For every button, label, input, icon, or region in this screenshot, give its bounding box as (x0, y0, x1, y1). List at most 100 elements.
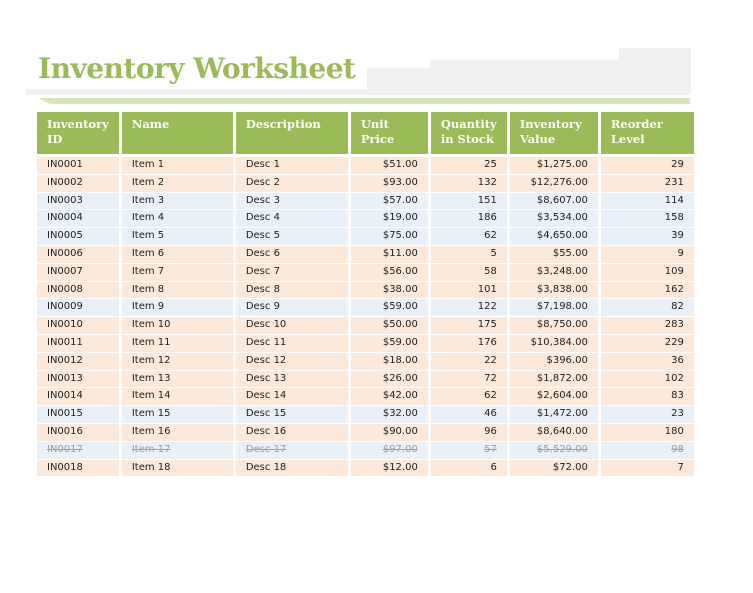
cell-inventory-value[interactable]: $1,472.00 (509, 406, 598, 423)
cell-description[interactable]: Desc 8 (235, 281, 348, 299)
cell-name[interactable]: Item 2 (121, 174, 233, 192)
cell-unit-price[interactable]: $42.00 (350, 388, 428, 406)
cell-reorder-level[interactable]: 283 (600, 317, 694, 334)
cell-name[interactable]: Item 13 (121, 370, 233, 388)
header-unit-price[interactable]: Unit Price (350, 112, 428, 156)
cell-inventory-value[interactable]: $3,534.00 (509, 210, 598, 228)
cell-reorder-level[interactable]: 98 (600, 441, 694, 459)
cell-reorder-level[interactable]: 180 (600, 423, 694, 441)
cell-reorder-level[interactable]: 82 (600, 299, 694, 317)
cell-unit-price[interactable]: $59.00 (350, 299, 428, 317)
cell-quantity[interactable]: 101 (430, 281, 507, 299)
table-row[interactable]: IN0015 Item 15 Desc 15 $32.00 46 $1,472.00 23 (37, 406, 694, 423)
cell-inventory-id[interactable]: IN0006 (37, 245, 119, 263)
cell-inventory-id[interactable]: IN0016 (37, 423, 119, 441)
cell-description[interactable]: Desc 3 (235, 192, 348, 210)
table-row[interactable]: IN0008 Item 8 Desc 8 $38.00 101 $3,838.00 162 (37, 281, 694, 299)
cell-unit-price[interactable]: $97.00 (350, 441, 428, 459)
cell-unit-price[interactable]: $50.00 (350, 317, 428, 334)
header-reorder-level[interactable]: Reorder Level (600, 112, 694, 156)
cell-reorder-level[interactable]: 7 (600, 459, 694, 477)
cell-quantity[interactable]: 96 (430, 423, 507, 441)
cell-quantity[interactable]: 132 (430, 174, 507, 192)
table-row[interactable]: IN0018 Item 18 Desc 18 $12.00 6 $72.00 7 (37, 459, 694, 477)
cell-quantity[interactable]: 57 (430, 441, 507, 459)
table-row[interactable]: IN0013 Item 13 Desc 13 $26.00 72 $1,872.00 102 (37, 370, 694, 388)
cell-unit-price[interactable]: $12.00 (350, 459, 428, 477)
cell-reorder-level[interactable]: 23 (600, 406, 694, 423)
cell-inventory-value[interactable]: $55.00 (509, 245, 598, 263)
cell-name[interactable]: Item 7 (121, 263, 233, 281)
cell-description[interactable]: Desc 6 (235, 245, 348, 263)
cell-description[interactable]: Desc 16 (235, 423, 348, 441)
cell-name[interactable]: Item 16 (121, 423, 233, 441)
table-row[interactable]: IN0014 Item 14 Desc 14 $42.00 62 $2,604.00 83 (37, 388, 694, 406)
cell-unit-price[interactable]: $56.00 (350, 263, 428, 281)
cell-name[interactable]: Item 8 (121, 281, 233, 299)
cell-unit-price[interactable]: $26.00 (350, 370, 428, 388)
cell-reorder-level[interactable]: 29 (600, 157, 694, 174)
cell-inventory-value[interactable]: $1,872.00 (509, 370, 598, 388)
table-row[interactable]: IN0006 Item 6 Desc 6 $11.00 5 $55.00 9 (37, 245, 694, 263)
cell-unit-price[interactable]: $51.00 (350, 157, 428, 174)
cell-quantity[interactable]: 5 (430, 245, 507, 263)
cell-inventory-id[interactable]: IN0003 (37, 192, 119, 210)
header-description[interactable]: Description (235, 112, 348, 156)
cell-reorder-level[interactable]: 114 (600, 192, 694, 210)
cell-description[interactable]: Desc 1 (235, 157, 348, 174)
cell-name[interactable]: Item 11 (121, 334, 233, 352)
cell-inventory-id[interactable]: IN0018 (37, 459, 119, 477)
table-row[interactable]: IN0005 Item 5 Desc 5 $75.00 62 $4,650.00 39 (37, 228, 694, 245)
cell-inventory-id[interactable]: IN0014 (37, 388, 119, 406)
cell-name[interactable]: Item 10 (121, 317, 233, 334)
cell-quantity[interactable]: 72 (430, 370, 507, 388)
cell-unit-price[interactable]: $19.00 (350, 210, 428, 228)
cell-inventory-value[interactable]: $5,529.00 (509, 441, 598, 459)
cell-inventory-value[interactable]: $4,650.00 (509, 228, 598, 245)
cell-inventory-id[interactable]: IN0011 (37, 334, 119, 352)
cell-description[interactable]: Desc 12 (235, 352, 348, 370)
cell-name[interactable]: Item 4 (121, 210, 233, 228)
cell-inventory-id[interactable]: IN0004 (37, 210, 119, 228)
cell-inventory-value[interactable]: $3,248.00 (509, 263, 598, 281)
cell-unit-price[interactable]: $32.00 (350, 406, 428, 423)
table-row[interactable]: IN0010 Item 10 Desc 10 $50.00 175 $8,750.00 28… (37, 317, 694, 334)
cell-inventory-value[interactable]: $72.00 (509, 459, 598, 477)
cell-inventory-id[interactable]: IN0015 (37, 406, 119, 423)
table-row[interactable]: IN0003 Item 3 Desc 3 $57.00 151 $8,607.00 114 (37, 192, 694, 210)
cell-description[interactable]: Desc 15 (235, 406, 348, 423)
cell-reorder-level[interactable]: 102 (600, 370, 694, 388)
cell-description[interactable]: Desc 14 (235, 388, 348, 406)
cell-unit-price[interactable]: $93.00 (350, 174, 428, 192)
table-row[interactable]: IN0012 Item 12 Desc 12 $18.00 22 $396.00 36 (37, 352, 694, 370)
cell-name[interactable]: Item 15 (121, 406, 233, 423)
cell-name[interactable]: Item 1 (121, 157, 233, 174)
cell-name[interactable]: Item 18 (121, 459, 233, 477)
cell-description[interactable]: Desc 18 (235, 459, 348, 477)
cell-quantity[interactable]: 62 (430, 388, 507, 406)
header-inventory-id[interactable]: Inventory ID (37, 112, 119, 156)
cell-quantity[interactable]: 151 (430, 192, 507, 210)
cell-quantity[interactable]: 22 (430, 352, 507, 370)
cell-name[interactable]: Item 17 (121, 441, 233, 459)
cell-inventory-id[interactable]: IN0009 (37, 299, 119, 317)
cell-reorder-level[interactable]: 39 (600, 228, 694, 245)
cell-inventory-id[interactable]: IN0008 (37, 281, 119, 299)
cell-inventory-id[interactable]: IN0010 (37, 317, 119, 334)
cell-name[interactable]: Item 14 (121, 388, 233, 406)
cell-inventory-value[interactable]: $8,750.00 (509, 317, 598, 334)
cell-name[interactable]: Item 12 (121, 352, 233, 370)
cell-name[interactable]: Item 3 (121, 192, 233, 210)
cell-inventory-id[interactable]: IN0007 (37, 263, 119, 281)
cell-inventory-value[interactable]: $8,607.00 (509, 192, 598, 210)
cell-inventory-id[interactable]: IN0001 (37, 157, 119, 174)
cell-reorder-level[interactable]: 231 (600, 174, 694, 192)
table-row[interactable]: IN0009 Item 9 Desc 9 $59.00 122 $7,198.00 82 (37, 299, 694, 317)
cell-inventory-value[interactable]: $10,384.00 (509, 334, 598, 352)
cell-description[interactable]: Desc 7 (235, 263, 348, 281)
table-row[interactable]: IN0004 Item 4 Desc 4 $19.00 186 $3,534.00 158 (37, 210, 694, 228)
table-row[interactable]: IN0016 Item 16 Desc 16 $90.00 96 $8,640.00 180 (37, 423, 694, 441)
cell-reorder-level[interactable]: 162 (600, 281, 694, 299)
cell-reorder-level[interactable]: 158 (600, 210, 694, 228)
cell-reorder-level[interactable]: 229 (600, 334, 694, 352)
